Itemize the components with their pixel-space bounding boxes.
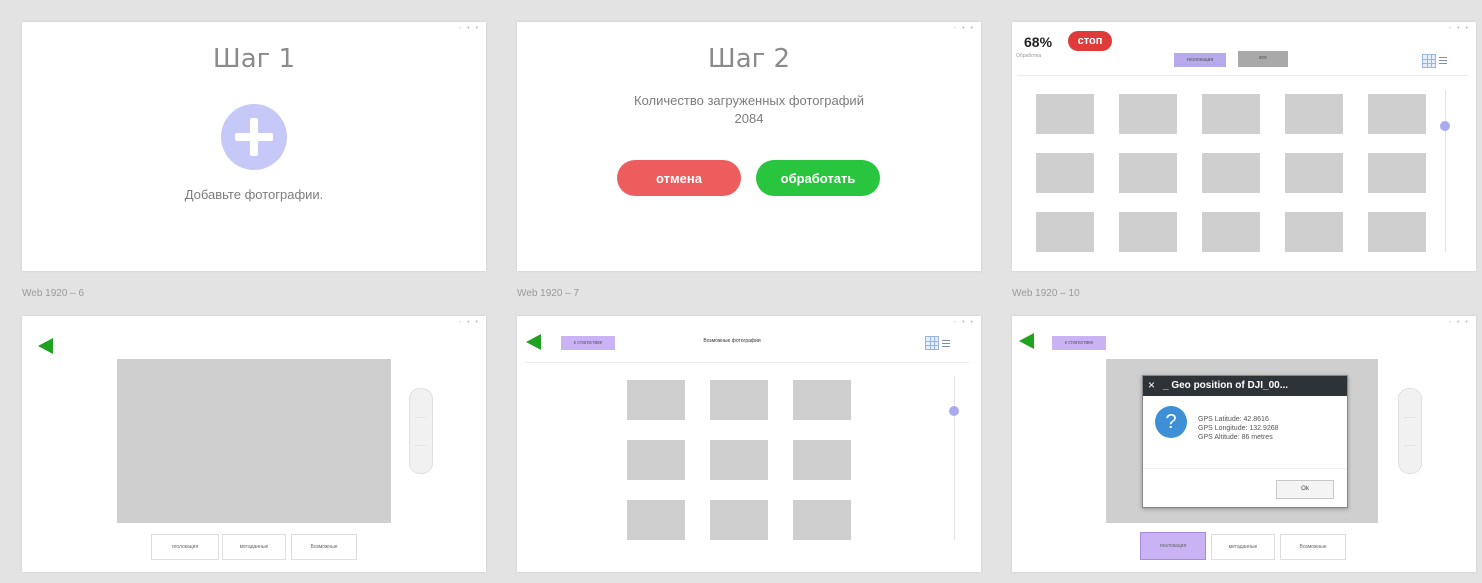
ok-button[interactable]: Ok (1276, 480, 1334, 499)
photo-thumbnail[interactable] (1368, 153, 1426, 193)
cancel-button[interactable]: отмена (617, 160, 741, 196)
photo-thumbnail[interactable] (710, 440, 768, 480)
photo-thumbnail[interactable] (1036, 94, 1094, 134)
frame-window-controls: - • • (1448, 319, 1470, 326)
photo-thumbnail[interactable] (627, 500, 685, 540)
geolocation-button[interactable]: геолокация (151, 534, 219, 560)
zoom-control[interactable] (409, 388, 433, 474)
photo-thumbnail[interactable] (1036, 153, 1094, 193)
tab-all[interactable]: все (1238, 51, 1288, 67)
dialog-footer (1143, 468, 1347, 469)
zoom-control[interactable] (1398, 388, 1422, 474)
frame-processing: - • • 68% стоп Обработка геолокация все (1012, 22, 1476, 271)
photo-thumbnail[interactable] (1202, 212, 1260, 252)
step-title: Шаг 2 (707, 44, 791, 74)
possible-photos-button[interactable]: Возможные (1280, 534, 1346, 560)
stop-button[interactable]: стоп (1068, 31, 1112, 51)
frame-possible-photos: - • • к статистике Возможные фотографии (517, 316, 981, 572)
photo-thumbnail[interactable] (627, 380, 685, 420)
uploaded-count-value: 2084 (734, 111, 764, 126)
metadata-button[interactable]: метаданные (1211, 534, 1275, 560)
step-title: Шаг 1 (212, 44, 296, 74)
photo-thumbnail[interactable] (1119, 94, 1177, 134)
scrollbar[interactable] (954, 376, 955, 540)
photo-thumbnail[interactable] (793, 440, 851, 480)
metadata-button[interactable]: метаданные (222, 534, 286, 560)
frame-photo-view: - • • геолокация метаданные Возможные (22, 316, 486, 572)
geolocation-button[interactable]: геолокация (1140, 532, 1206, 560)
status-text: Обработка (1016, 53, 1042, 59)
frame-window-controls: - • • (458, 25, 480, 32)
gps-latitude: GPS Latitude: 42.8616 (1198, 416, 1269, 423)
photo-thumbnail[interactable] (1119, 212, 1177, 252)
back-arrow-icon[interactable] (526, 334, 541, 350)
frame-step2: - • • Шаг 2 Количество загруженных фотог… (517, 22, 981, 271)
grid-view-icon[interactable] (1422, 54, 1436, 68)
back-to-stats-tab[interactable]: к статистике (561, 336, 615, 350)
photo-thumbnail[interactable] (627, 440, 685, 480)
photo-thumbnail[interactable] (1202, 153, 1260, 193)
divider (525, 362, 969, 363)
possible-photos-button[interactable]: Возможные (291, 534, 357, 560)
frame-label: Web 1920 – 7 (517, 288, 580, 299)
geo-position-dialog: × _ Geo position of DJI_00... ? GPS Lati… (1142, 375, 1348, 508)
tab-geolocation[interactable]: геолокация (1174, 53, 1226, 67)
photo-preview (117, 359, 391, 523)
frame-label: Web 1920 – 6 (22, 288, 85, 299)
photo-thumbnail[interactable] (710, 500, 768, 540)
photo-thumbnail[interactable] (1368, 212, 1426, 252)
divider (1018, 75, 1468, 76)
photo-thumbnail[interactable] (1285, 153, 1343, 193)
photo-thumbnail[interactable] (1119, 153, 1177, 193)
photo-thumbnail[interactable] (1285, 212, 1343, 252)
photo-thumbnail[interactable] (793, 500, 851, 540)
frame-window-controls: - • • (1448, 25, 1470, 32)
uploaded-count-label: Количество загруженных фотографий (634, 93, 864, 108)
close-icon[interactable]: × (1148, 378, 1155, 392)
back-arrow-icon[interactable] (1019, 333, 1034, 349)
photo-thumbnail[interactable] (1202, 94, 1260, 134)
frame-window-controls: - • • (458, 319, 480, 326)
photo-thumbnail[interactable] (710, 380, 768, 420)
question-icon: ? (1155, 406, 1187, 438)
scrollbar-thumb[interactable] (1440, 121, 1450, 131)
dialog-title: _ Geo position of DJI_00... (1163, 380, 1289, 391)
list-view-icon[interactable] (1439, 56, 1447, 64)
frame-label: Web 1920 – 10 (1012, 288, 1080, 299)
gps-altitude: GPS Altitude: 86 metres (1198, 434, 1273, 441)
grid-view-icon[interactable] (925, 336, 939, 350)
dialog-titlebar: × _ Geo position of DJI_00... (1143, 376, 1347, 396)
frame-window-controls: - • • (953, 319, 975, 326)
possible-photos-heading: Возможные фотографии (703, 338, 761, 344)
progress-percent: 68% (1024, 34, 1053, 50)
list-view-icon[interactable] (942, 339, 950, 347)
photo-thumbnail[interactable] (793, 380, 851, 420)
photo-thumbnail[interactable] (1036, 212, 1094, 252)
scrollbar-thumb[interactable] (949, 406, 959, 416)
back-to-stats-tab[interactable]: к статистике (1052, 336, 1106, 350)
frame-geo-dialog: - • • к статистике × _ Geo position of D… (1012, 316, 1476, 572)
frame-step1: - • • Шаг 1 Добавьте фотографии. (22, 22, 486, 271)
add-photos-hint: Добавьте фотографии. (184, 187, 324, 202)
frame-window-controls: - • • (953, 25, 975, 32)
process-button[interactable]: обработать (756, 160, 880, 196)
scrollbar[interactable] (1445, 90, 1446, 252)
photo-thumbnail[interactable] (1368, 94, 1426, 134)
photo-thumbnail[interactable] (1285, 94, 1343, 134)
back-arrow-icon[interactable] (38, 338, 53, 354)
gps-longitude: GPS Longitude: 132.9268 (1198, 425, 1279, 432)
add-photos-icon[interactable] (221, 104, 287, 170)
